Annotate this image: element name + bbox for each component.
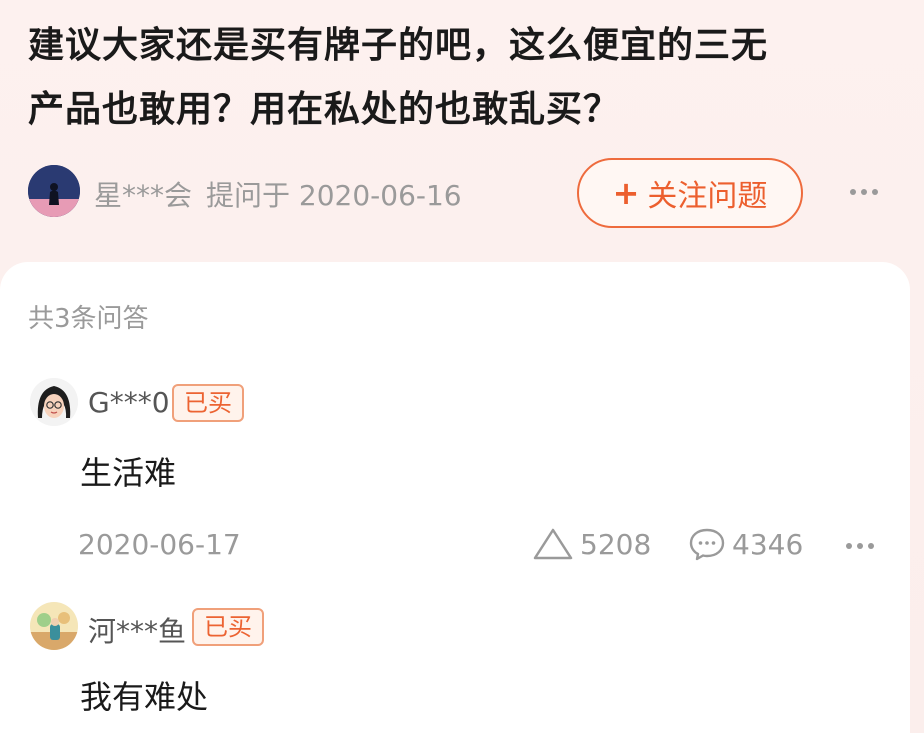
asker-row: 星***会 提问于 2020-06-16 + 关注问题 <box>28 158 896 228</box>
answer-username[interactable]: G***0 <box>88 386 170 419</box>
qa-page: 建议大家还是买有牌子的吧，这么便宜的三无 产品也敢用？用在私处的也敢乱买？ 星*… <box>0 0 924 733</box>
follow-question-label: 关注问题 <box>647 179 768 214</box>
asked-date: 提问于 2020-06-16 <box>206 179 462 212</box>
plus-icon: + <box>612 174 640 212</box>
answer-username[interactable]: 河***鱼 <box>88 610 186 650</box>
more-options-icon[interactable] <box>840 528 880 564</box>
comment-button[interactable]: 4346 <box>688 524 803 564</box>
answer-text: 生活难 <box>80 454 177 492</box>
question-title-line2: 产品也敢用？用在私处的也敢乱买？ <box>28 89 621 130</box>
question-title: 建议大家还是买有牌子的吧，这么便宜的三无 产品也敢用？用在私处的也敢乱买？ <box>28 14 888 142</box>
question-title-line1: 建议大家还是买有牌子的吧，这么便宜的三无 <box>28 25 769 66</box>
answers-card: 共3条问答 G***0 已买 生活难 2020-06-17 5208 4346 … <box>0 262 910 733</box>
answer-date: 2020-06-17 <box>78 528 241 561</box>
like-count: 5208 <box>580 527 652 561</box>
asker-name[interactable]: 星***会 <box>94 174 192 214</box>
bought-badge: 已买 <box>192 608 264 646</box>
more-options-icon[interactable] <box>844 172 884 212</box>
avatar[interactable] <box>30 378 78 426</box>
comment-icon <box>689 528 725 561</box>
triangle-icon <box>533 528 573 560</box>
avatar[interactable] <box>30 602 78 650</box>
answer-count: 共3条问答 <box>28 304 149 334</box>
asker-avatar[interactable] <box>28 165 80 217</box>
follow-question-button[interactable]: + 关注问题 <box>577 158 803 228</box>
like-button[interactable]: 5208 <box>532 524 651 564</box>
comment-count: 4346 <box>732 527 804 561</box>
answer-text: 我有难处 <box>80 678 209 716</box>
bought-badge: 已买 <box>172 384 244 422</box>
